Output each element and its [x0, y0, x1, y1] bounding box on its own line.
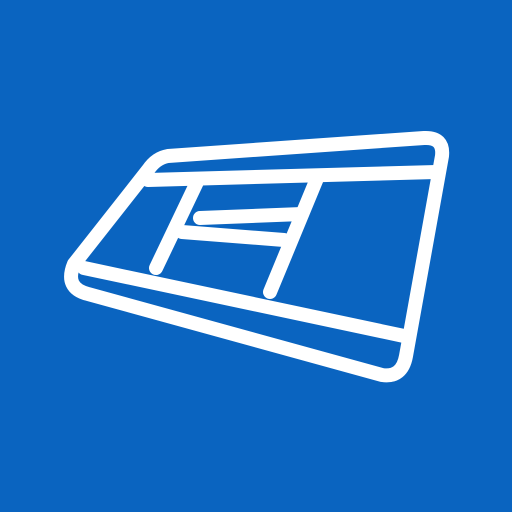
- app-icon-tile: [0, 0, 512, 512]
- left-panel-divider: [149, 173, 205, 275]
- tilted-window-layout-icon: [64, 130, 450, 383]
- middle-top-divider: [193, 207, 309, 225]
- middle-bottom-divider: [175, 225, 291, 247]
